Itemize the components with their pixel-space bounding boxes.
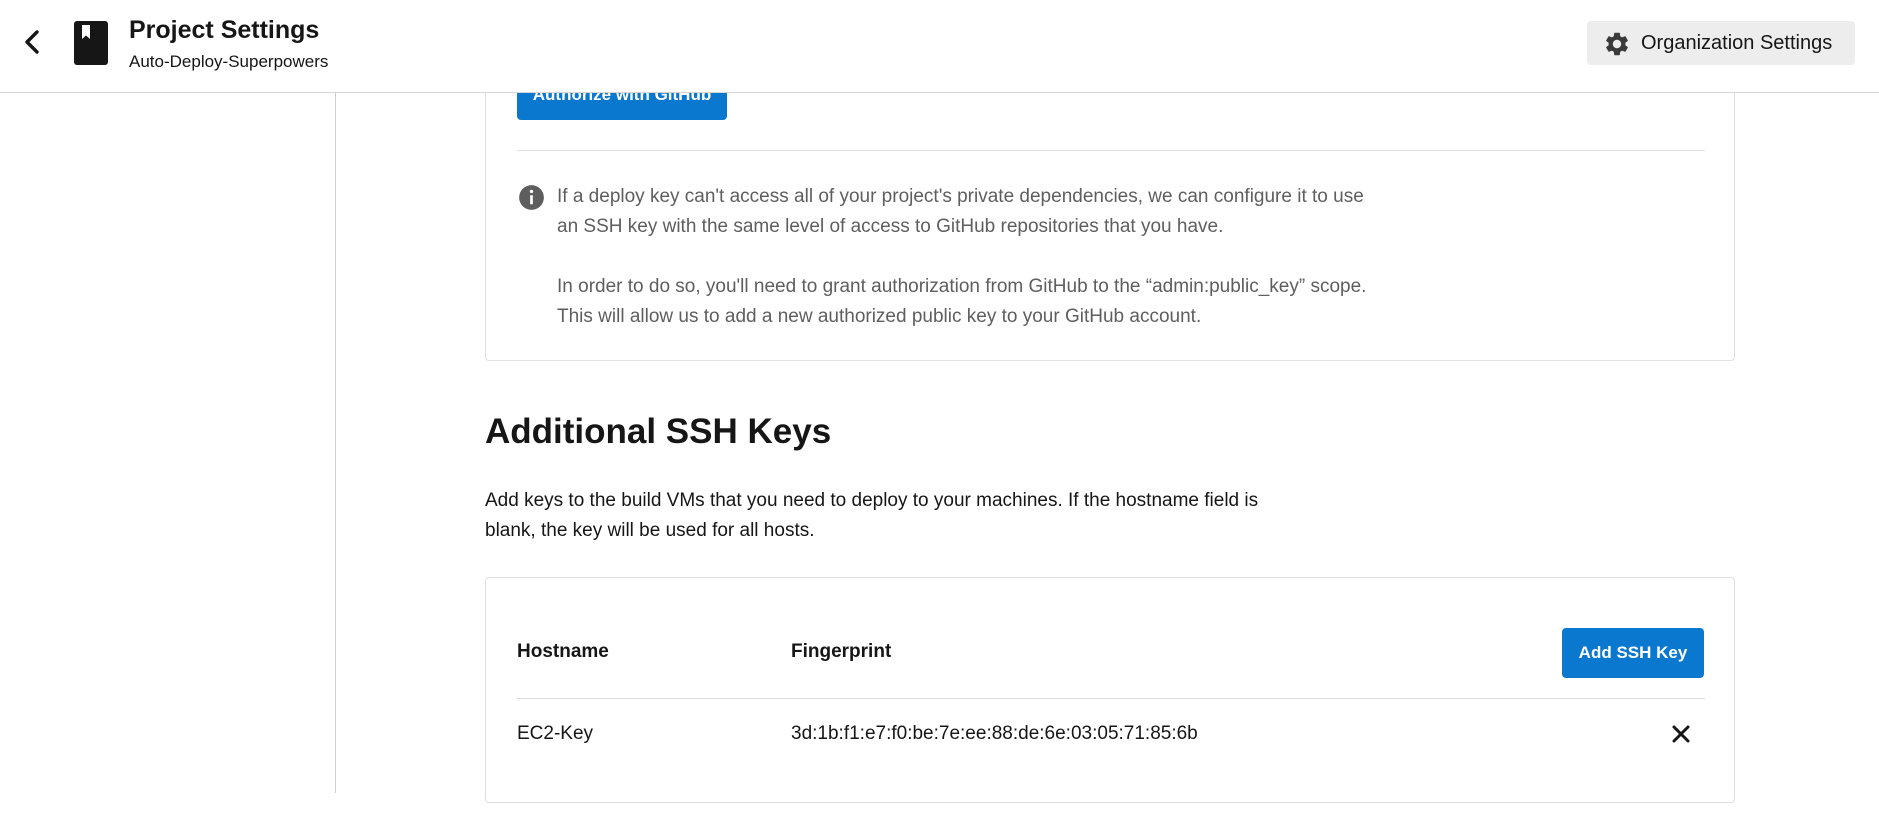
hostname-cell: EC2-Key — [517, 723, 594, 744]
section-title: Additional SSH Keys — [485, 412, 832, 451]
ssh-keys-card — [485, 577, 1735, 803]
info-icon — [519, 185, 544, 210]
hostname-column-header: Hostname — [517, 641, 609, 662]
back-button[interactable] — [14, 24, 50, 60]
bookmark-book-icon — [74, 21, 108, 65]
organization-settings-label: Organization Settings — [1641, 32, 1833, 54]
fingerprint-cell: 3d:1b:f1:e7:f0:be:7e:ee:88:de:6e:03:05:7… — [791, 723, 1198, 744]
section-description: Add keys to the build VMs that you need … — [485, 490, 1259, 541]
delete-key-button[interactable] — [1668, 721, 1694, 747]
add-ssh-key-button[interactable]: Add SSH Key — [1562, 628, 1704, 678]
info-paragraph: If a deploy key can't access all of your… — [557, 186, 1364, 237]
page-title: Project Settings — [129, 16, 320, 44]
fingerprint-column-header: Fingerprint — [791, 641, 892, 662]
organization-settings-button[interactable]: Organization Settings — [1587, 21, 1855, 65]
close-icon[interactable] — [1668, 721, 1694, 747]
deploy-key-info: If a deploy key can't access all of your… — [557, 182, 1377, 332]
gear-icon — [1606, 32, 1628, 56]
card-divider — [517, 150, 1705, 151]
sidebar-divider — [335, 92, 336, 793]
chevron-left-icon[interactable] — [14, 24, 50, 60]
info-paragraph: In order to do so, you'll need to grant … — [557, 276, 1367, 327]
top-header: Project Settings Auto-Deploy-Superpowers… — [0, 0, 1879, 93]
project-name: Auto-Deploy-Superpowers — [129, 52, 329, 71]
table-divider — [517, 698, 1705, 699]
project-icon — [74, 21, 108, 65]
